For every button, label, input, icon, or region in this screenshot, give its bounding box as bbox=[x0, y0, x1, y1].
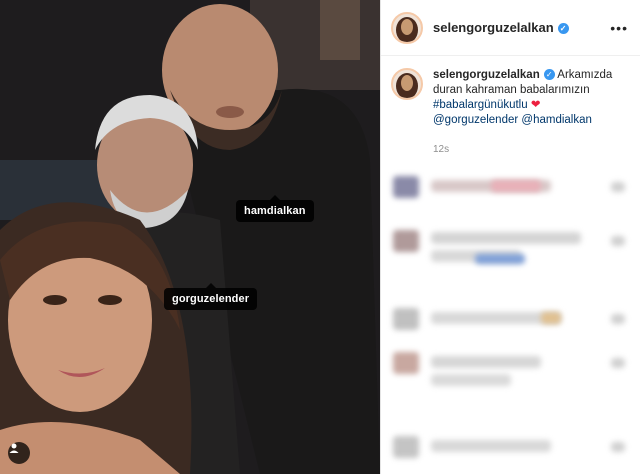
mention-link-gorguzelender[interactable]: @gorguzelender bbox=[433, 114, 518, 126]
post-photo[interactable]: hamdialkan gorguzelender bbox=[0, 0, 380, 474]
photo-tag-hamdialkan[interactable]: hamdialkan bbox=[236, 195, 314, 222]
avatar[interactable] bbox=[391, 11, 423, 44]
user-icon bbox=[9, 443, 19, 453]
post-header: selengorguzelalkan ✓ ••• bbox=[381, 0, 640, 56]
header-username[interactable]: selengorguzelalkan ✓ bbox=[433, 20, 569, 35]
hashtag-link[interactable]: #babalargünükutlu bbox=[433, 99, 528, 111]
heart-emoji-icon: ❤ bbox=[530, 99, 541, 111]
post-timestamp: 12s bbox=[433, 144, 450, 155]
more-options-icon[interactable]: ••• bbox=[610, 20, 628, 36]
caption-avatar[interactable] bbox=[391, 68, 423, 100]
caption: selengorguzelalkan ✓ Arkamızda duran kahr… bbox=[381, 56, 640, 128]
photo-tag-gorguzelender[interactable]: gorguzelender bbox=[164, 283, 258, 310]
list-item bbox=[391, 176, 631, 202]
header-username-text[interactable]: selengorguzelalkan bbox=[433, 20, 554, 35]
list-item bbox=[391, 436, 631, 462]
list-item bbox=[391, 230, 631, 264]
tagged-users-icon[interactable] bbox=[8, 442, 30, 464]
caption-line-1: Arkamızda bbox=[557, 69, 613, 81]
caption-verified-icon: ✓ bbox=[543, 69, 555, 81]
caption-line-2: duran kahraman babalarımızın bbox=[433, 84, 590, 96]
list-item bbox=[391, 308, 631, 334]
post-side-panel: selengorguzelalkan ✓ ••• selengorguzelalk… bbox=[380, 0, 640, 474]
caption-username[interactable]: selengorguzelalkan bbox=[433, 69, 540, 81]
caption-text: selengorguzelalkan ✓ Arkamızda duran kahr… bbox=[433, 68, 623, 128]
list-item bbox=[391, 352, 631, 386]
mention-link-hamdialkan[interactable]: @hamdialkan bbox=[521, 114, 592, 126]
verified-icon: ✓ bbox=[557, 23, 569, 35]
selfie-image bbox=[0, 0, 380, 474]
